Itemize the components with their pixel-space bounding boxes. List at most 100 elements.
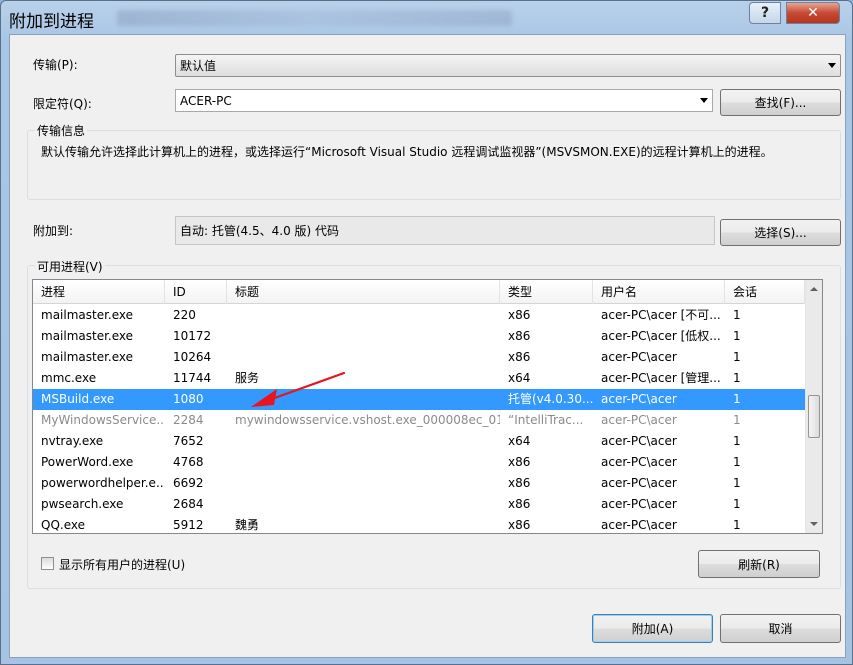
cell-session: 1 bbox=[733, 371, 741, 385]
column-header-username[interactable]: 用户名 bbox=[593, 280, 725, 304]
column-header-type[interactable]: 类型 bbox=[500, 280, 593, 304]
cell-title: 服务 bbox=[235, 371, 260, 385]
cell-username: acer-PC\acer bbox=[601, 497, 677, 511]
cell-title bbox=[227, 452, 500, 473]
cell-process: QQ.exe bbox=[41, 518, 85, 532]
cell-title bbox=[227, 431, 500, 452]
close-button[interactable]: ✕ bbox=[786, 2, 840, 24]
cell-title: 魏勇 bbox=[235, 518, 260, 532]
cell-session: 1 bbox=[733, 392, 741, 406]
cell-id: 5912 bbox=[173, 518, 204, 532]
cell-title bbox=[227, 347, 500, 368]
cell-type: x64 bbox=[508, 434, 531, 448]
cell-type: x86 bbox=[508, 518, 531, 532]
cell-session: 1 bbox=[733, 518, 741, 532]
refresh-button[interactable]: 刷新(R) bbox=[698, 550, 820, 578]
cell-title bbox=[227, 326, 500, 347]
cell-session: 1 bbox=[733, 413, 741, 427]
blurred-title-region bbox=[117, 10, 512, 26]
table-row[interactable]: mailmaster.exe 10264 x86 acer-PC\acer 1 bbox=[33, 347, 805, 368]
cell-type: x86 bbox=[508, 497, 531, 511]
attach-to-value-box: 自动: 托管(4.5、4.0 版) 代码 bbox=[175, 216, 715, 245]
cell-session: 1 bbox=[733, 497, 741, 511]
cell-session: 1 bbox=[733, 476, 741, 490]
process-rows: mailmaster.exe 220 x86 acer-PC\acer [不可... 1… bbox=[33, 305, 805, 533]
cell-username: acer-PC\acer [管理... bbox=[601, 371, 721, 385]
attach-to-label: 附加到: bbox=[33, 224, 74, 238]
column-header-process[interactable]: 进程 bbox=[33, 280, 165, 304]
transport-value: 默认值 bbox=[180, 59, 217, 73]
dialog-client-area: 传输(P): 默认值 限定符(Q): ACER-PC 查找(F)... 传输信息… bbox=[9, 34, 846, 658]
table-row[interactable]: QQ.exe 5912 魏勇 x86 acer-PC\acer 1 bbox=[33, 515, 805, 533]
cell-id: 10264 bbox=[173, 350, 212, 364]
table-row[interactable]: MyWindowsService.... 2284 mywindowsservice… bbox=[33, 410, 805, 431]
cell-id: 7652 bbox=[173, 434, 204, 448]
window-title: 附加到进程 bbox=[9, 12, 94, 32]
table-row[interactable]: mmc.exe 11744 服务 x64 acer-PC\acer [管理... 1 bbox=[33, 368, 805, 389]
cell-username: acer-PC\acer bbox=[601, 455, 677, 469]
cell-username: acer-PC\acer bbox=[601, 413, 677, 427]
scroll-down-icon[interactable] bbox=[810, 522, 818, 526]
cell-type: x86 bbox=[508, 455, 531, 469]
cell-title bbox=[227, 473, 500, 494]
qualifier-combo[interactable]: ACER-PC bbox=[175, 89, 713, 112]
process-list[interactable]: 进程 ID 标题 类型 用户名 会话 mailmaster.exe 220 x86 a… bbox=[32, 279, 823, 534]
select-code-type-button[interactable]: 选择(S)... bbox=[720, 219, 841, 246]
cell-username: acer-PC\acer bbox=[601, 476, 677, 490]
close-icon: ✕ bbox=[807, 5, 819, 21]
column-header-session[interactable]: 会话 bbox=[725, 280, 805, 304]
cell-session: 1 bbox=[733, 434, 741, 448]
transport-label: 传输(P): bbox=[33, 58, 78, 72]
cell-type: x86 bbox=[508, 476, 531, 490]
cell-process: mailmaster.exe bbox=[41, 350, 134, 364]
scroll-thumb[interactable] bbox=[808, 395, 820, 438]
cell-process: PowerWord.exe bbox=[41, 455, 134, 469]
available-processes-title: 可用进程(V) bbox=[35, 258, 105, 275]
attach-to-value: 自动: 托管(4.5、4.0 版) 代码 bbox=[180, 224, 340, 238]
cell-id: 2684 bbox=[173, 497, 204, 511]
process-list-header: 进程 ID 标题 类型 用户名 会话 bbox=[33, 280, 805, 304]
chevron-down-icon bbox=[828, 63, 836, 68]
qualifier-value: ACER-PC bbox=[180, 93, 232, 108]
find-button[interactable]: 查找(F)... bbox=[720, 89, 841, 116]
table-row[interactable]: mailmaster.exe 10172 x86 acer-PC\acer [低权..… bbox=[33, 326, 805, 347]
cell-process: nvtray.exe bbox=[41, 434, 104, 448]
table-row[interactable]: nvtray.exe 7652 x64 acer-PC\acer 1 bbox=[33, 431, 805, 452]
table-row[interactable]: PowerWord.exe 4768 x86 acer-PC\acer 1 bbox=[33, 452, 805, 473]
column-header-title[interactable]: 标题 bbox=[227, 280, 500, 304]
attach-to-process-window: 附加到进程 ? ✕ 传输(P): 默认值 限定符(Q): ACER-PC 查找(… bbox=[0, 0, 853, 665]
cell-username: acer-PC\acer bbox=[601, 350, 677, 364]
column-header-id[interactable]: ID bbox=[165, 280, 227, 304]
cell-type: “IntelliTrac... bbox=[508, 413, 584, 427]
attach-button[interactable]: 附加(A) bbox=[592, 614, 713, 643]
scroll-up-icon[interactable] bbox=[810, 287, 818, 291]
process-list-scrollbar[interactable] bbox=[805, 280, 822, 533]
cell-username: acer-PC\acer [低权... bbox=[601, 329, 721, 343]
table-row[interactable]: mailmaster.exe 220 x86 acer-PC\acer [不可... 1 bbox=[33, 305, 805, 326]
show-all-users-checkbox[interactable] bbox=[41, 557, 54, 570]
cell-title: mywindowsservice.vshost.exe_000008ec_01.… bbox=[235, 413, 500, 427]
cell-username: acer-PC\acer bbox=[601, 434, 677, 448]
cell-id: 220 bbox=[173, 308, 196, 322]
cell-id: 6692 bbox=[173, 476, 204, 490]
cell-id: 2284 bbox=[173, 413, 204, 427]
title-bar[interactable]: 附加到进程 ? ✕ bbox=[1, 1, 852, 33]
cell-username: acer-PC\acer bbox=[601, 518, 677, 532]
table-row[interactable]: MSBuild.exe 1080 托管(v4.0.30... acer-PC\acer… bbox=[33, 389, 805, 410]
transport-info-group bbox=[27, 130, 841, 200]
help-button[interactable]: ? bbox=[749, 2, 781, 24]
cell-process: MyWindowsService.... bbox=[41, 413, 165, 427]
cell-process: MSBuild.exe bbox=[41, 392, 115, 406]
transport-info-text: 默认传输允许选择此计算机上的进程，或选择运行“Microsoft Visual … bbox=[41, 145, 773, 159]
table-row[interactable]: pwsearch.exe 2684 x86 acer-PC\acer 1 bbox=[33, 494, 805, 515]
table-row[interactable]: powerwordhelper.e... 6692 x86 acer-PC\acer 1 bbox=[33, 473, 805, 494]
show-all-users-label[interactable]: 显示所有用户的进程(U) bbox=[59, 556, 185, 573]
transport-combo[interactable]: 默认值 bbox=[175, 54, 841, 77]
cell-session: 1 bbox=[733, 350, 741, 364]
cell-id: 10172 bbox=[173, 329, 212, 343]
cell-title bbox=[227, 305, 500, 326]
cancel-button[interactable]: 取消 bbox=[720, 614, 841, 643]
cell-process: mailmaster.exe bbox=[41, 308, 134, 322]
qualifier-label: 限定符(Q): bbox=[33, 97, 92, 111]
cell-type: 托管(v4.0.30... bbox=[508, 392, 593, 406]
